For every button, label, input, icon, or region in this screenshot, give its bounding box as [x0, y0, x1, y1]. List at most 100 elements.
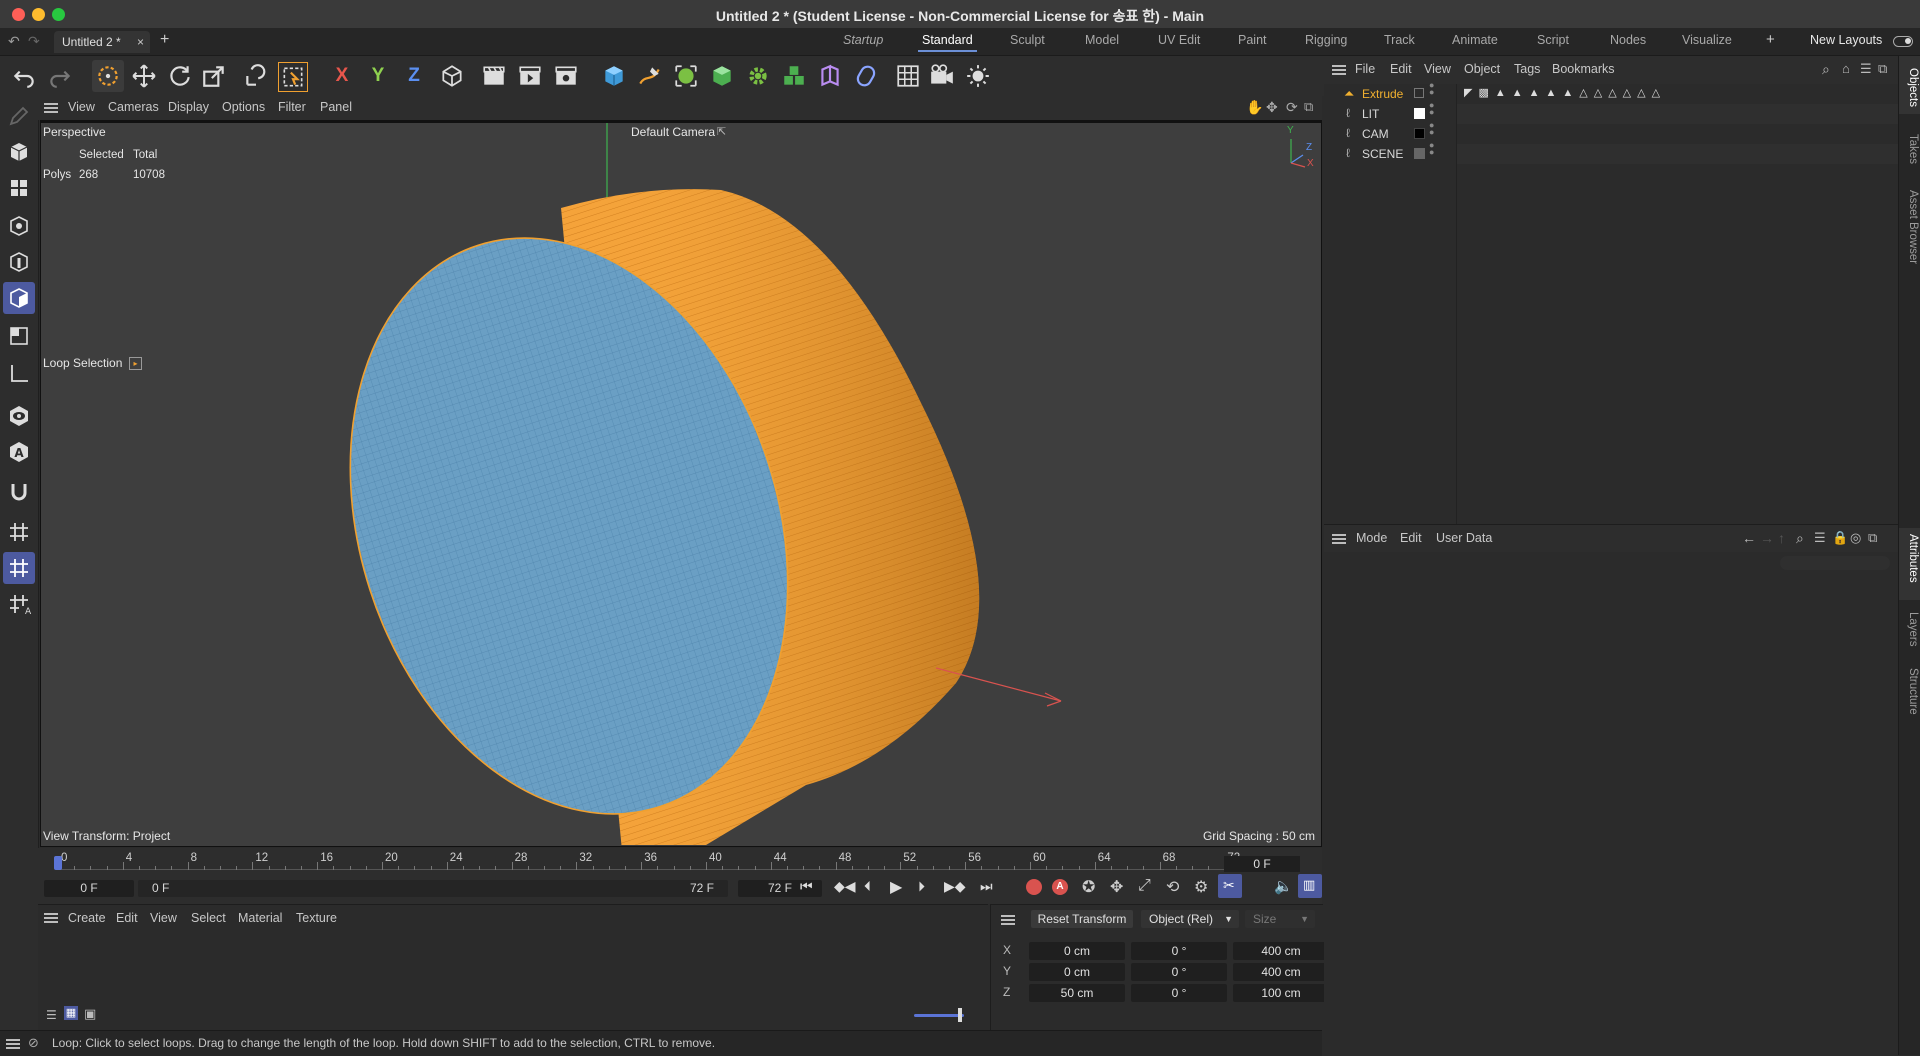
material-menu-material[interactable]: Material [238, 911, 282, 925]
object-menu-view[interactable]: View [1424, 62, 1451, 76]
rotation-b-field[interactable]: 0 ° [1131, 984, 1227, 1002]
target-icon[interactable]: ◎ [1850, 530, 1861, 546]
viewport-menu-options[interactable]: Options [222, 100, 265, 114]
position-x-field[interactable]: 0 cm [1029, 942, 1125, 960]
object-menu-icon[interactable] [1332, 65, 1346, 75]
pan-view-icon[interactable]: ✋ [1246, 99, 1263, 116]
key-scale-icon[interactable]: ⤢ [1138, 877, 1151, 895]
make-editable-button[interactable] [3, 100, 35, 132]
polygon-tags-strip[interactable]: ◤▩▲▲▲▲▲△△△△△△ [1464, 86, 1666, 99]
reset-transform-button[interactable]: Reset Transform [1031, 910, 1133, 928]
attributes-menu-mode[interactable]: Mode [1356, 531, 1387, 545]
visibility-dots[interactable]: ● ● [1429, 141, 1434, 157]
undo-button[interactable] [8, 60, 40, 92]
layout-tab-visualize[interactable]: Visualize [1682, 33, 1732, 47]
solo-button[interactable] [3, 400, 35, 432]
model-mode-button[interactable] [3, 136, 35, 168]
layer-swatch[interactable] [1414, 88, 1424, 98]
attributes-menu-edit[interactable]: Edit [1400, 531, 1422, 545]
render-view-button[interactable] [478, 60, 510, 92]
points-mode-button[interactable] [3, 210, 35, 242]
object-menu-tags[interactable]: Tags [1514, 62, 1540, 76]
new-window-icon[interactable]: ⧉ [1878, 61, 1887, 77]
layer-swatch[interactable] [1414, 108, 1425, 119]
cloner-button[interactable] [742, 60, 774, 92]
thumbnail-size-slider[interactable] [914, 1014, 964, 1017]
redo-button[interactable] [44, 60, 76, 92]
tool-settings-icon[interactable]: ▸ [129, 357, 142, 370]
previous-frame-icon[interactable]: ⏴ [864, 878, 871, 895]
size-mode-dropdown[interactable]: Size ▼ [1245, 910, 1315, 928]
viewport-menu-icon[interactable] [44, 103, 58, 113]
grid-view-icon[interactable]: ▦ [64, 1006, 78, 1020]
object-menu-object[interactable]: Object [1464, 62, 1500, 76]
object-name[interactable]: SCENE [1362, 147, 1403, 161]
preview-range-slider[interactable]: 0 F 72 F [138, 880, 728, 897]
object-menu-bookmarks[interactable]: Bookmarks [1552, 62, 1615, 76]
add-layout-icon[interactable]: + [1766, 31, 1775, 48]
texture-mode-button[interactable] [3, 172, 35, 204]
tab-asset-browser[interactable]: Asset Browser [1901, 190, 1919, 264]
uv-mode-button[interactable] [3, 320, 35, 352]
layout-tab-rigging[interactable]: Rigging [1305, 33, 1347, 47]
deformer-button[interactable] [814, 60, 846, 92]
material-menu-select[interactable]: Select [191, 911, 226, 925]
new-layouts-button[interactable]: New Layouts [1810, 33, 1882, 47]
layout-tab-model[interactable]: Model [1085, 33, 1119, 47]
layout-tab-animate[interactable]: Animate [1452, 33, 1498, 47]
layout-tab-script[interactable]: Script [1537, 33, 1569, 47]
planar-workplane-button[interactable]: A [3, 588, 35, 620]
camera-button[interactable] [926, 60, 958, 92]
play-icon[interactable]: ▶ [890, 877, 902, 897]
tweak-mode-button[interactable]: A [3, 436, 35, 468]
move-view-icon[interactable]: ✥ [1266, 99, 1278, 116]
start-frame-field[interactable]: 0 F [44, 880, 134, 897]
rotation-h-field[interactable]: 0 ° [1131, 942, 1227, 960]
position-y-field[interactable]: 0 cm [1029, 963, 1125, 981]
object-row-extrude[interactable]: ⏶ Extrude ● ● ◤▩▲▲▲▲▲△△△△△△ [1324, 81, 1898, 104]
thumbnail-size-handle[interactable] [958, 1008, 962, 1022]
attributes-search-field[interactable] [1780, 556, 1890, 570]
object-name[interactable]: CAM [1362, 127, 1389, 141]
viewport-menu-filter[interactable]: Filter [278, 100, 306, 114]
material-menu-icon[interactable] [44, 913, 58, 923]
key-rotation-icon[interactable]: ⟲ [1166, 877, 1179, 897]
attributes-search-icon[interactable]: ⌕ [1796, 530, 1804, 547]
back-arrow-icon[interactable]: ← [1742, 530, 1756, 546]
maximize-view-icon[interactable]: ⧉ [1304, 99, 1313, 115]
layout-tab-sculpt[interactable]: Sculpt [1010, 33, 1045, 47]
key-position-icon[interactable]: ✥ [1110, 877, 1123, 897]
object-menu-edit[interactable]: Edit [1390, 62, 1412, 76]
coordinate-mode-dropdown[interactable]: Object (Rel) ▼ [1141, 910, 1239, 928]
3d-viewport[interactable]: Y Z X Perspective Default Camera ⇱ Selec… [40, 120, 1322, 847]
render-settings-button[interactable] [550, 60, 582, 92]
list-view-icon[interactable]: ☰ [46, 1008, 57, 1022]
cube-primitive-button[interactable] [598, 60, 630, 92]
visibility-dots[interactable]: ● ● [1429, 121, 1434, 137]
viewport-menu-display[interactable]: Display [168, 100, 209, 114]
live-selection-button[interactable] [92, 60, 124, 92]
playhead-marker[interactable] [54, 856, 62, 870]
size-x-field[interactable]: 400 cm [1233, 942, 1329, 960]
redo-history-icon[interactable]: ↷ [28, 33, 40, 50]
selection-filter-button[interactable] [278, 62, 308, 92]
layout-toggle-switch[interactable] [1893, 36, 1913, 47]
autokey-icon[interactable]: A [1052, 879, 1068, 895]
y-axis-lock-button[interactable]: Y [362, 60, 394, 92]
undo-history-icon[interactable]: ↶ [8, 33, 20, 50]
lock-icon[interactable]: 🔒 [1832, 530, 1848, 546]
layout-tab-startup[interactable]: Startup [843, 33, 883, 47]
go-to-end-icon[interactable]: ⏭ [980, 878, 993, 895]
viewport-menu-view[interactable]: View [68, 100, 95, 114]
spline-pen-button[interactable] [634, 60, 666, 92]
scale-tool-button[interactable] [198, 60, 230, 92]
subdivision-surface-button[interactable] [670, 60, 702, 92]
rotate-view-icon[interactable]: ⟳ [1286, 99, 1298, 116]
next-key-icon[interactable]: ▶◆ [944, 878, 966, 895]
home-icon[interactable]: ⌂ [1842, 61, 1850, 76]
grid-environment-button[interactable] [892, 60, 924, 92]
up-arrow-icon[interactable]: ↑ [1778, 530, 1785, 546]
attributes-filter-icon[interactable]: ☰ [1814, 530, 1826, 546]
layer-swatch[interactable] [1414, 148, 1425, 159]
size-z-field[interactable]: 100 cm [1233, 984, 1329, 1002]
